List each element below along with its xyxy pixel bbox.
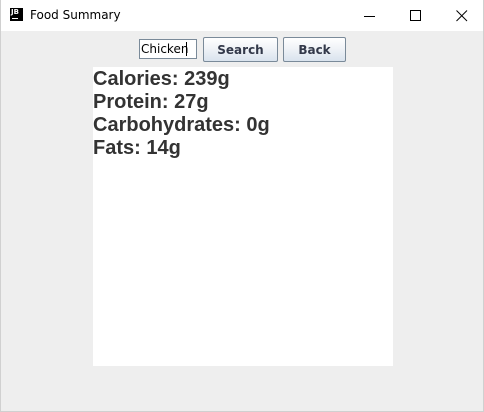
title-bar[interactable]: JB Food Summary [1,0,483,31]
window-title: Food Summary [30,8,121,22]
back-button[interactable]: Back [283,37,346,62]
search-input[interactable] [139,39,197,59]
maximize-button[interactable] [393,0,439,31]
app-icon-text: JB [11,8,19,16]
minimize-button[interactable] [347,0,393,31]
results-panel: Calories: 239g Protein: 27g Carbohydrate… [93,67,393,366]
protein-line: Protein: 27g [93,91,209,113]
carbohydrates-line: Carbohydrates: 0g [93,114,270,136]
app-icon-bar [12,18,18,19]
calories-line: Calories: 239g [93,68,230,90]
close-button[interactable] [439,0,484,31]
maximize-icon [410,10,421,21]
search-button[interactable]: Search [203,37,278,62]
close-icon [456,10,468,22]
minimize-icon [364,16,375,17]
food-summary-window: JB Food Summary Search Back Calories: 23… [0,0,484,412]
fats-line: Fats: 14g [93,137,181,159]
java-app-icon: JB [10,8,23,21]
text-caret [186,42,187,56]
